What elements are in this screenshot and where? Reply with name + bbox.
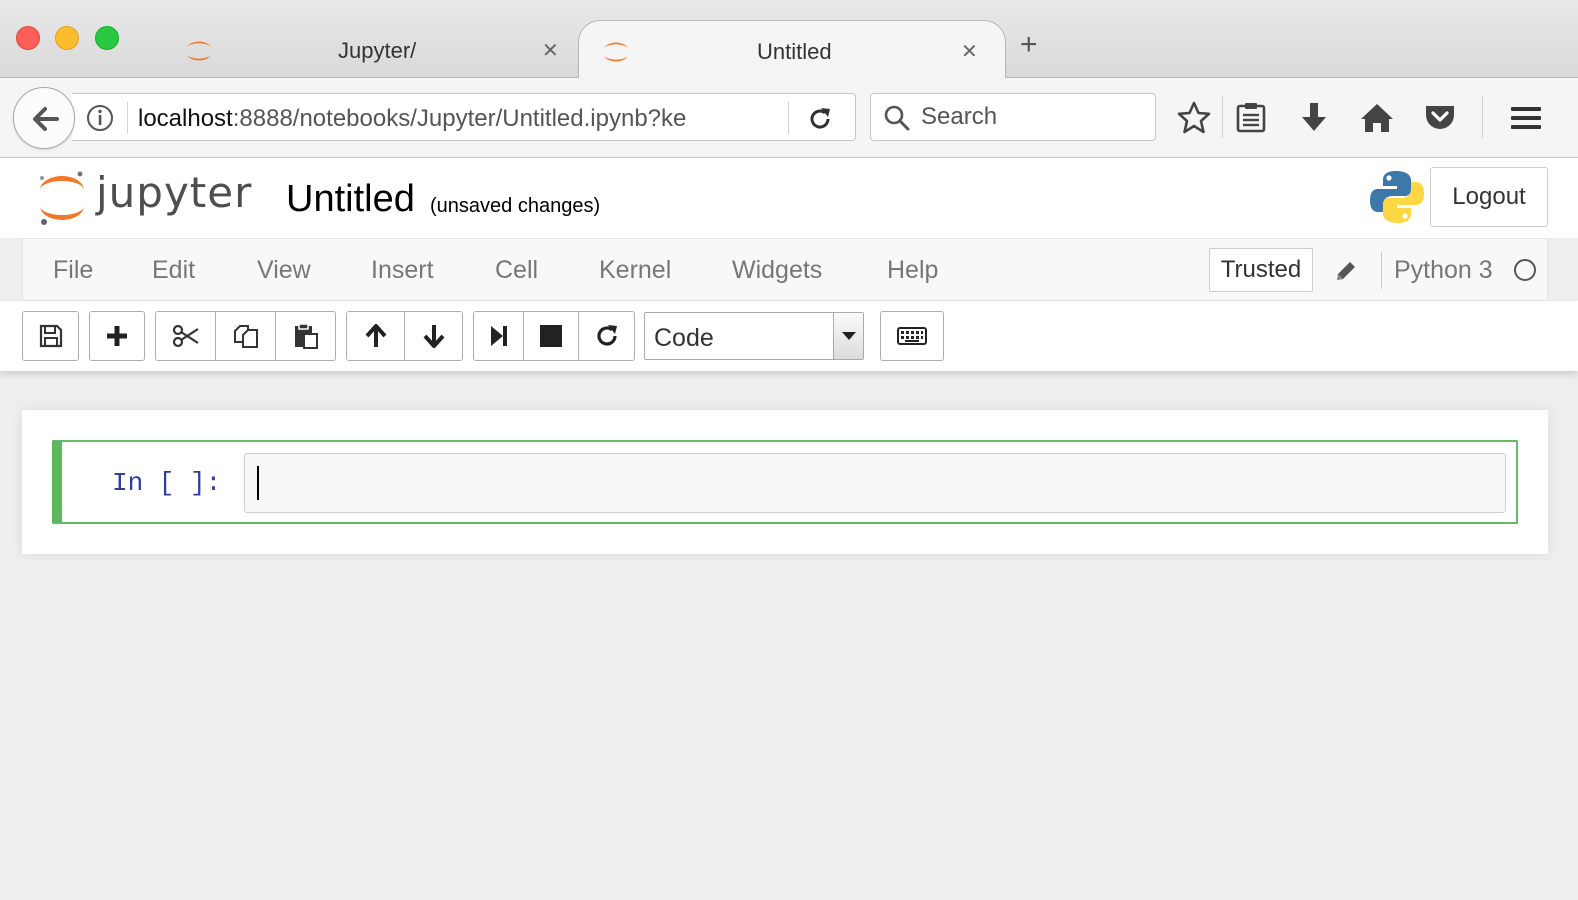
window-zoom-button[interactable]: [95, 26, 119, 50]
insert-cell-button[interactable]: [90, 312, 144, 360]
new-tab-button[interactable]: +: [1020, 30, 1038, 60]
input-prompt: In [ ]:: [112, 468, 222, 498]
menu-file[interactable]: File: [53, 256, 93, 285]
menu-help[interactable]: Help: [887, 256, 938, 285]
download-icon[interactable]: [1296, 100, 1332, 136]
save-icon: [39, 324, 62, 348]
move-down-button[interactable]: [405, 312, 462, 360]
tab-title: Jupyter/: [338, 38, 417, 63]
home-icon[interactable]: [1359, 100, 1395, 136]
browser-tab-jupyter-home[interactable]: Jupyter/ ✕: [150, 20, 580, 78]
restart-icon: [596, 325, 617, 346]
menu-cell[interactable]: Cell: [495, 256, 538, 285]
code-editor[interactable]: [244, 453, 1506, 513]
url-text[interactable]: localhost:8888/notebooks/Jupyter/Untitle…: [138, 105, 778, 133]
url-path: :8888/notebooks/Jupyter/Untitled.ipynb?k…: [232, 105, 687, 132]
logout-button[interactable]: Logout: [1430, 167, 1548, 227]
back-arrow-icon: [33, 107, 59, 131]
insert-button-group: [89, 311, 145, 361]
reload-icon[interactable]: [806, 105, 834, 133]
pencil-icon[interactable]: [1333, 258, 1359, 284]
save-button[interactable]: [23, 312, 78, 360]
toolbar-divider: [1222, 96, 1223, 138]
notebook-title[interactable]: Untitled: [286, 178, 415, 221]
python-logo-icon: [1370, 171, 1424, 223]
keyboard-shortcuts-button[interactable]: [881, 312, 943, 360]
pocket-icon[interactable]: [1422, 100, 1458, 136]
browser-tab-untitled[interactable]: Untitled ✕: [578, 20, 1006, 78]
menu-view[interactable]: View: [257, 256, 311, 285]
menu-widgets[interactable]: Widgets: [732, 256, 822, 285]
tab-title: Untitled: [757, 39, 832, 64]
scissors-icon: [172, 324, 199, 348]
window-close-button[interactable]: [16, 26, 40, 50]
save-button-group: [22, 311, 79, 361]
menu-edit[interactable]: Edit: [152, 256, 195, 285]
step-forward-icon: [490, 326, 507, 346]
notebook-toolbar: Code: [0, 301, 1578, 371]
jupyter-logo-text[interactable]: jupyter: [96, 168, 252, 217]
copy-icon: [233, 325, 258, 348]
search-input[interactable]: [921, 102, 1141, 132]
move-button-group: [346, 311, 463, 361]
interrupt-kernel-button[interactable]: [524, 312, 579, 360]
url-host: localhost: [138, 105, 233, 132]
paste-button[interactable]: [276, 312, 335, 360]
move-up-button[interactable]: [347, 312, 405, 360]
save-status: (unsaved changes): [430, 195, 601, 217]
text-cursor: [257, 466, 259, 500]
plus-icon: [107, 326, 127, 346]
reading-list-icon[interactable]: [1233, 100, 1269, 136]
hamburger-menu-icon[interactable]: [1508, 100, 1544, 136]
cell-type-value: Code: [654, 324, 714, 352]
search-icon: [884, 105, 910, 131]
kernel-idle-icon: [1514, 259, 1536, 281]
paste-icon: [294, 323, 318, 349]
code-cell[interactable]: In [ ]:: [52, 440, 1518, 524]
run-button-group: [473, 311, 635, 361]
cut-button[interactable]: [156, 312, 216, 360]
star-icon[interactable]: [1176, 100, 1212, 136]
cell-type-select[interactable]: Code: [644, 312, 864, 360]
url-divider: [127, 102, 128, 134]
back-button[interactable]: [13, 87, 75, 149]
arrow-up-icon: [365, 324, 386, 347]
jupyter-favicon-icon: [187, 41, 211, 61]
search-bar[interactable]: [870, 93, 1156, 141]
menu-kernel[interactable]: Kernel: [599, 256, 671, 285]
tab-close-icon[interactable]: ✕: [961, 39, 978, 64]
window-minimize-button[interactable]: [55, 26, 79, 50]
clipboard-button-group: [155, 311, 336, 361]
tab-close-icon[interactable]: ✕: [542, 38, 559, 63]
url-divider: [788, 102, 789, 134]
toolbar-divider: [1482, 96, 1483, 138]
shortcuts-button-group: [880, 311, 944, 361]
browser-navbar: localhost:8888/notebooks/Jupyter/Untitle…: [0, 78, 1578, 158]
keyboard-icon: [897, 327, 927, 345]
copy-button[interactable]: [216, 312, 276, 360]
jupyter-logo-icon[interactable]: [36, 168, 88, 226]
browser-tabstrip: Jupyter/ ✕ Untitled ✕ +: [0, 0, 1578, 78]
stop-icon: [540, 325, 562, 347]
info-icon[interactable]: [86, 104, 114, 132]
notebook-container: In [ ]:: [22, 410, 1548, 554]
trusted-indicator[interactable]: Trusted: [1209, 248, 1313, 292]
restart-kernel-button[interactable]: [579, 312, 634, 360]
run-cell-button[interactable]: [474, 312, 524, 360]
notebook-menubar: File Edit View Insert Cell Kernel Widget…: [22, 238, 1548, 301]
arrow-down-icon: [423, 325, 444, 348]
menu-insert[interactable]: Insert: [371, 256, 434, 285]
jupyter-favicon-icon: [604, 42, 628, 62]
kernel-divider: [1381, 251, 1382, 289]
jupyter-header: jupyter Untitled (unsaved changes) Logou…: [0, 158, 1578, 238]
kernel-name: Python 3: [1394, 256, 1493, 284]
chevron-down-icon: [833, 313, 863, 359]
url-bar[interactable]: localhost:8888/notebooks/Jupyter/Untitle…: [72, 93, 856, 141]
